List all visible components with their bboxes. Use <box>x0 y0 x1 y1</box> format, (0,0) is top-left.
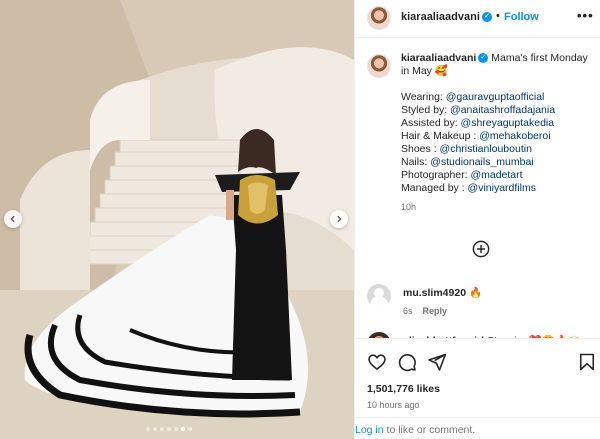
author-avatar[interactable] <box>367 6 391 30</box>
post-timestamp[interactable]: 10 hours ago <box>367 400 420 410</box>
credit-handle-link[interactable]: @anaitashroffadajania <box>450 104 555 116</box>
credit-line: Shoes : @christianlouboutin <box>401 143 591 156</box>
bookmark-icon <box>579 353 595 371</box>
more-options-icon[interactable]: ••• <box>577 8 594 23</box>
carousel-indicator <box>146 427 192 431</box>
credit-label: Wearing: <box>401 91 446 103</box>
comment-time: 6s <box>403 306 413 316</box>
next-image-button[interactable] <box>330 210 348 228</box>
heart-icon <box>368 354 386 371</box>
carousel-dot <box>153 427 157 431</box>
caption-credits: Wearing: @gauravguptaofficial Styled by: … <box>401 91 591 195</box>
credit-label: Shoes : <box>401 143 440 155</box>
credit-label: Hair & Makeup : <box>401 130 480 142</box>
like-count[interactable]: 1,501,776 likes <box>367 383 440 395</box>
credit-handle-link[interactable]: @christianlouboutin <box>440 143 532 155</box>
post-header: kiaraaliaadvani ✓ • Follow ••• <box>355 0 600 38</box>
credit-label: Photographer: <box>401 169 471 181</box>
credit-label: Nails: <box>401 156 431 168</box>
login-link[interactable]: Log in <box>355 424 384 436</box>
verified-badge-icon: ✓ <box>478 53 489 64</box>
credit-handle-link[interactable]: @mehakoberoi <box>479 130 550 142</box>
carousel-dot <box>188 427 192 431</box>
credit-line: Wearing: @gauravguptaofficial <box>401 91 591 104</box>
post-actions: 1,501,776 likes 10 hours ago Log in to l… <box>355 338 600 439</box>
commenter-avatar[interactable] <box>367 284 391 308</box>
credit-line: Assisted by: @shreyaguptakedia <box>401 117 591 130</box>
comment-icon <box>398 354 416 372</box>
credit-label: Styled by: <box>401 104 451 116</box>
comment-text: 🔥 <box>468 287 483 299</box>
verified-badge-icon: ✓ <box>481 12 492 23</box>
credit-handle-link[interactable]: @madetart <box>470 169 522 181</box>
plus-circle-icon <box>472 240 490 258</box>
carousel-dot <box>174 427 178 431</box>
send-icon <box>428 353 447 371</box>
share-button[interactable] <box>427 352 447 372</box>
caption-username[interactable]: kiaraaliaadvani <box>401 52 476 64</box>
carousel-dot <box>160 427 164 431</box>
credit-line: Styled by: @anaitashroffadajania <box>401 104 591 117</box>
author-username-text[interactable]: kiaraaliaadvani <box>401 11 480 23</box>
save-button[interactable] <box>577 352 597 372</box>
carousel-dot <box>146 427 150 431</box>
credit-handle-link[interactable]: @shreyaguptakedia <box>461 117 555 129</box>
credit-line: Managed by : @viniyardfilms <box>401 182 591 195</box>
separator-dot: • <box>496 10 500 22</box>
reply-button[interactable]: Reply <box>423 306 448 316</box>
author-username[interactable]: kiaraaliaadvani ✓ <box>401 11 492 23</box>
commenter-username[interactable]: mu.slim4920 <box>403 287 466 299</box>
post-details-panel: kiaraaliaadvani ✓ • Follow ••• kiaraaliaa… <box>354 0 600 439</box>
credit-handle-link[interactable]: @gauravguptaofficial <box>446 91 545 103</box>
comment-item: mu.slim4920 🔥 6s Reply <box>367 284 595 324</box>
carousel-dot <box>181 427 185 431</box>
chevron-left-icon <box>10 215 15 223</box>
credit-line: Nails: @studionails_mumbai <box>401 156 591 169</box>
chevron-right-icon <box>337 215 342 223</box>
like-button[interactable] <box>367 352 387 372</box>
login-prompt-text: to like or comment. <box>383 424 476 436</box>
post-image <box>0 0 354 439</box>
credit-handle-link[interactable]: @studionails_mumbai <box>430 156 533 168</box>
load-more-comments-button[interactable] <box>472 240 490 258</box>
caption-author-avatar[interactable] <box>367 54 391 78</box>
comment-button[interactable] <box>397 352 417 372</box>
credit-line: Photographer: @madetart <box>401 169 591 182</box>
credit-handle-link[interactable]: @viniyardfilms <box>468 182 536 194</box>
carousel-dot <box>167 427 171 431</box>
credit-label: Assisted by: <box>401 117 461 129</box>
credit-line: Hair & Makeup : @mehakoberoi <box>401 130 591 143</box>
caption-time: 10h <box>401 202 417 212</box>
comment-line: mu.slim4920 🔥 <box>403 286 482 299</box>
follow-button[interactable]: Follow <box>504 11 539 23</box>
caption-body: kiaraaliaadvani ✓ Mama's first Monday in … <box>401 52 591 214</box>
previous-image-button[interactable] <box>4 210 22 228</box>
comment-meta: 6s Reply <box>403 306 447 316</box>
photo-scene <box>0 0 354 439</box>
login-prompt: Log in to like or comment. <box>355 417 600 439</box>
credit-label: Managed by : <box>401 182 468 194</box>
